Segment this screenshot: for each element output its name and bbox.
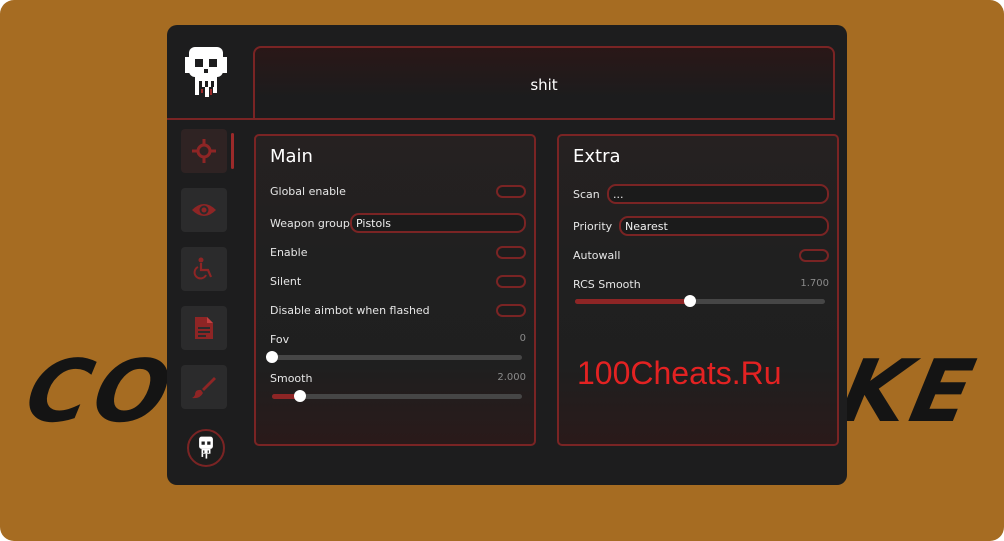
fov-value: 0: [519, 333, 526, 344]
scan-label: Scan: [573, 188, 600, 201]
sidebar-item-visuals[interactable]: [181, 188, 227, 232]
skull-logo-icon: [181, 43, 231, 107]
enable-toggle[interactable]: [496, 246, 526, 259]
sidebar-item-config[interactable]: [181, 306, 227, 350]
crosshair-icon: [192, 139, 216, 163]
watermark-text: 100Cheats.Ru: [577, 355, 782, 391]
weapon-group-label: Weapon group: [270, 217, 350, 230]
wheelchair-icon: [193, 257, 213, 280]
smooth-value: 2.000: [497, 372, 526, 383]
rcs-smooth-slider-fill: [575, 299, 690, 304]
rcs-smooth-label: RCS Smooth: [573, 278, 641, 291]
disable-flashed-toggle[interactable]: [496, 304, 526, 317]
scan-select[interactable]: ...: [607, 184, 829, 204]
weapon-group-select[interactable]: Pistols: [350, 213, 526, 233]
background-word-right: KE: [831, 342, 987, 442]
rcs-smooth-value: 1.700: [800, 278, 829, 289]
eye-icon: [192, 204, 216, 216]
extra-panel: Extra Scan ... Priority Nearest Autowall…: [557, 134, 839, 446]
priority-label: Priority: [573, 220, 613, 233]
header-bar: shit: [253, 46, 835, 120]
fov-slider[interactable]: [266, 351, 522, 363]
autowall-toggle[interactable]: [799, 249, 829, 262]
priority-select[interactable]: Nearest: [619, 216, 829, 236]
fov-label: Fov: [270, 333, 290, 346]
extra-panel-title: Extra: [573, 146, 621, 167]
autowall-label: Autowall: [573, 249, 621, 262]
global-enable-toggle[interactable]: [496, 185, 526, 198]
smooth-slider-knob[interactable]: [293, 390, 306, 402]
sidebar-item-aimbot[interactable]: [181, 129, 227, 173]
document-icon: [195, 317, 213, 339]
disable-flashed-label: Disable aimbot when flashed: [270, 304, 430, 317]
brush-icon: [192, 377, 216, 399]
sidebar-item-skins[interactable]: [181, 365, 227, 409]
main-panel-title: Main: [270, 146, 313, 167]
enable-label: Enable: [270, 246, 308, 259]
global-enable-label: Global enable: [270, 185, 346, 198]
fov-slider-knob[interactable]: [266, 351, 278, 363]
cheat-menu-window: shit Main Global enable Weapon group Pis…: [167, 25, 847, 485]
rcs-smooth-slider[interactable]: [575, 295, 825, 307]
sidebar-active-indicator: [231, 133, 234, 169]
header-divider: [167, 118, 253, 120]
background-word-left: CO: [17, 342, 183, 442]
smooth-label: Smooth: [270, 372, 313, 385]
rcs-smooth-slider-knob[interactable]: [684, 295, 696, 307]
smooth-slider[interactable]: [272, 390, 522, 402]
skull-avatar-icon: [199, 436, 213, 459]
user-avatar[interactable]: [187, 429, 225, 467]
main-panel: Main Global enable Weapon group Pistols …: [254, 134, 536, 446]
sidebar-item-misc[interactable]: [181, 247, 227, 291]
header-title: shit: [530, 76, 558, 94]
silent-toggle[interactable]: [496, 275, 526, 288]
silent-label: Silent: [270, 275, 302, 288]
